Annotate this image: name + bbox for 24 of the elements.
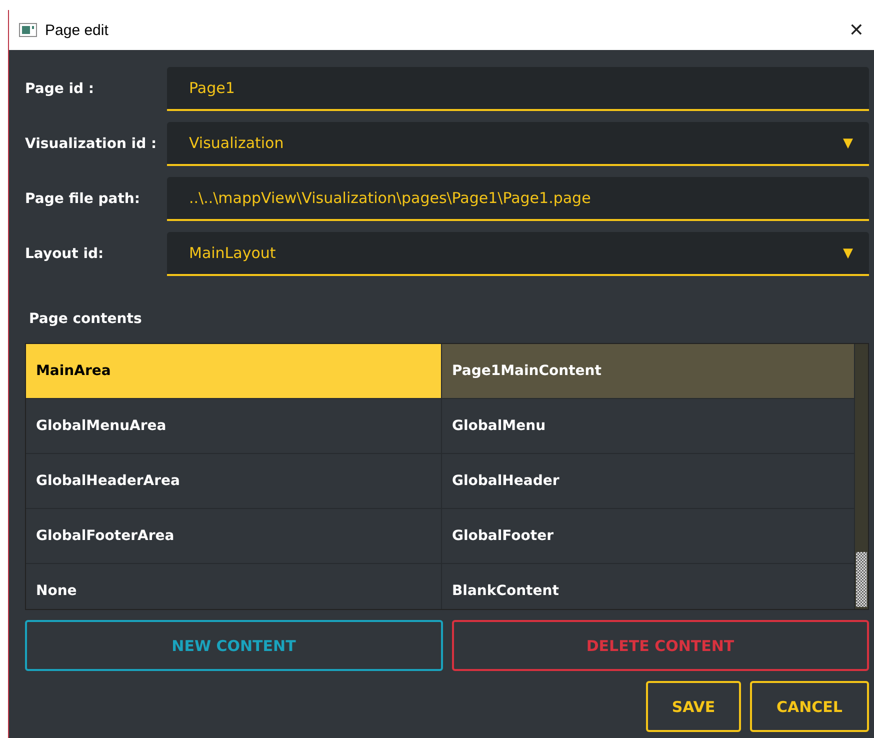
input-field[interactable]: ..\..\mappView\Visualization\pages\Page1\Page1.page [167,177,869,221]
new-content-button[interactable]: NEW CONTENT [25,620,442,671]
table-cell[interactable]: GlobalFooter [442,509,855,564]
field-label: Page id : [25,81,96,97]
close-button[interactable]: ✕ [846,20,866,40]
dropdown-field[interactable]: Visualization ▼ [167,122,869,166]
table-cell[interactable]: Page1MainContent [442,344,855,399]
window-title: Page edit [45,22,110,38]
table-cell[interactable]: GlobalFooterArea [26,509,442,564]
field-label: Visualization id : [25,136,158,152]
table-cell[interactable]: MainArea [26,344,442,399]
field-label: Layout id: [25,246,105,262]
table-cell[interactable]: GlobalMenu [442,399,855,454]
dropdown-field[interactable]: MainLayout ▼ [167,232,869,276]
table-cell[interactable]: GlobalMenuArea [26,399,442,454]
table-cell[interactable]: GlobalHeader [442,454,855,509]
section-title: Page contents [29,311,142,327]
save-button[interactable]: SAVE [646,681,741,732]
window-icon [19,23,37,37]
table-cell[interactable]: GlobalHeaderArea [26,454,442,509]
field-label: Page file path: [25,191,141,207]
scrollbar[interactable] [855,344,868,609]
cancel-button[interactable]: CANCEL [750,681,869,732]
input-field[interactable]: Page1 [167,67,869,111]
